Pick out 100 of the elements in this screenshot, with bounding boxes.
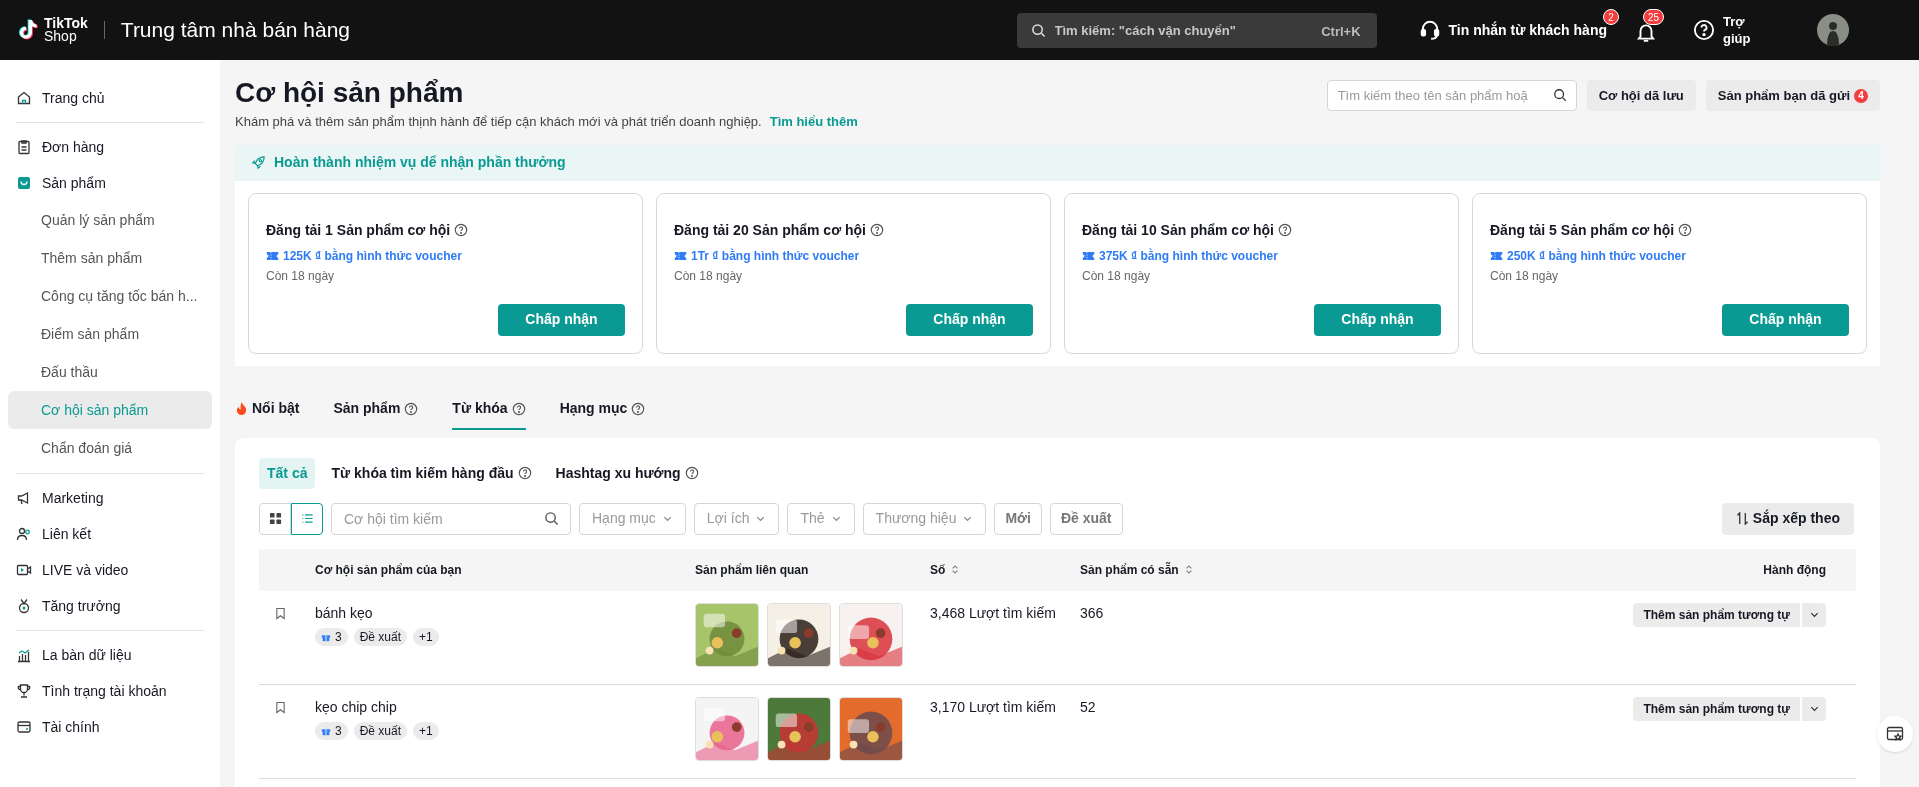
column-header: Hành động bbox=[1763, 561, 1826, 579]
count-badge: 4 bbox=[1854, 88, 1868, 103]
logo-text: Shop bbox=[44, 30, 78, 43]
filter-button[interactable]: Đề xuất bbox=[1049, 502, 1123, 535]
notification-badge: 2 bbox=[1603, 9, 1619, 25]
add-similar-button[interactable]: Thêm sản phẩm tương tự bbox=[1633, 602, 1800, 627]
sort-button[interactable]: Sắp xếp theo bbox=[1721, 502, 1854, 535]
sidebar-item[interactable]: Chẩn đoán giá bbox=[8, 429, 212, 467]
help-icon bbox=[404, 401, 419, 416]
tag: Đề xuất bbox=[353, 627, 408, 646]
tag: +1 bbox=[413, 721, 439, 740]
sidebar-item[interactable]: Công cụ tăng tốc bán h... bbox=[8, 277, 212, 315]
tab[interactable]: Sản phẩm bbox=[333, 389, 419, 430]
fire-icon bbox=[235, 401, 248, 416]
filter-tab[interactable]: Từ khóa tìm kiếm hàng đầu bbox=[323, 457, 540, 489]
reward-text: 250K ₫ bằng hình thức voucher bbox=[1507, 247, 1686, 265]
sort-arrows-icon[interactable] bbox=[951, 564, 960, 575]
sidebar-item[interactable]: Trang chủ bbox=[8, 80, 212, 116]
home-icon bbox=[16, 90, 32, 106]
task-title: Đăng tải 1 Sản phẩm cơ hội bbox=[266, 220, 451, 240]
list-icon bbox=[300, 512, 314, 525]
tab[interactable]: Nổi bật bbox=[235, 389, 300, 430]
remaining-days: Còn 18 ngày bbox=[1490, 266, 1849, 285]
reward-text: 375K ₫ bằng hình thức voucher bbox=[1099, 247, 1278, 265]
medal-icon bbox=[16, 598, 32, 614]
sidebar-item[interactable]: Thêm sản phẩm bbox=[8, 239, 212, 277]
people-icon bbox=[16, 526, 32, 542]
column-header: Sản phẩm liên quan bbox=[695, 561, 809, 579]
search-count: 3,468 Lượt tìm kiếm bbox=[930, 603, 1057, 623]
voucher-icon bbox=[1082, 250, 1095, 261]
help-icon bbox=[1678, 223, 1693, 237]
task-title: Đăng tải 20 Sản phẩm cơ hội bbox=[674, 220, 866, 240]
add-similar-button[interactable]: Thêm sản phẩm tương tự bbox=[1633, 696, 1800, 721]
keyword-name: kẹo chip chip bbox=[315, 697, 398, 717]
sidebar-item[interactable]: LIVE và video bbox=[8, 552, 212, 588]
remaining-days: Còn 18 ngày bbox=[674, 266, 1033, 285]
available-count: 52 bbox=[1080, 697, 1097, 717]
sidebar-item[interactable]: Đấu thầu bbox=[8, 353, 212, 391]
sidebar-item[interactable]: Điểm sản phẩm bbox=[8, 315, 212, 353]
wallet-icon bbox=[16, 719, 32, 735]
tab[interactable]: Hạng mục bbox=[559, 389, 646, 430]
search-icon bbox=[1030, 22, 1046, 38]
tag: 3 bbox=[315, 627, 348, 646]
tag: 3 bbox=[315, 721, 348, 740]
sidebar-item[interactable]: La bàn dữ liệu bbox=[8, 637, 212, 673]
sidebar-item[interactable]: Sản phẩm bbox=[8, 165, 212, 201]
sidebar-item[interactable]: Đơn hàng bbox=[8, 129, 212, 165]
help-icon bbox=[870, 223, 884, 237]
available-count: 366 bbox=[1080, 603, 1105, 623]
search-field[interactable]: Cơ hội tìm kiếm bbox=[331, 502, 571, 535]
bookmark-icon[interactable] bbox=[275, 700, 286, 714]
help-icon bbox=[631, 401, 646, 416]
reward-text: 125K ₫ bằng hình thức voucher bbox=[283, 247, 462, 265]
page-title: Cơ hội sản phẩm bbox=[235, 76, 465, 110]
task-title: Đăng tải 5 Sản phẩm cơ hội bbox=[1490, 220, 1675, 240]
app-title: Trung tâm nhà bán hàng bbox=[120, 17, 351, 44]
sidebar-item[interactable]: Tài chính bbox=[8, 709, 212, 745]
tab[interactable]: Từ khóa bbox=[452, 389, 526, 430]
page-description: Khám phá và thêm sản phẩm thịnh hành để tiếp cận khách mới và phát triển doanh nghiệp. bbox=[235, 113, 762, 131]
search-icon bbox=[544, 510, 559, 526]
sort-arrows-icon[interactable] bbox=[1184, 564, 1193, 575]
trophy-icon bbox=[16, 683, 32, 699]
help-button[interactable]: Trợ giúp bbox=[1693, 13, 1757, 47]
voucher-icon bbox=[1490, 250, 1503, 261]
column-header[interactable]: Số bbox=[930, 560, 960, 579]
notification-badge: 25 bbox=[1643, 9, 1665, 25]
filter-tab[interactable]: Hashtag xu hướng bbox=[547, 457, 707, 489]
tag: +1 bbox=[413, 627, 439, 646]
voucher-icon bbox=[674, 250, 687, 261]
sidebar-item[interactable]: Quản lý sản phẩm bbox=[8, 201, 212, 239]
sidebar-item[interactable]: Tăng trưởng bbox=[8, 588, 212, 624]
grid-view-button[interactable] bbox=[259, 502, 291, 535]
help-icon bbox=[454, 223, 469, 237]
filter-button[interactable]: Mới bbox=[994, 502, 1042, 535]
column-header[interactable]: Sản phẩm có sẵn bbox=[1080, 560, 1193, 579]
remaining-days: Còn 18 ngày bbox=[266, 266, 625, 285]
clipboard-icon bbox=[16, 139, 32, 155]
keyword-name: bánh kẹo bbox=[315, 603, 374, 623]
voucher-icon bbox=[266, 250, 279, 261]
sidebar-item[interactable]: Tình trạng tài khoản bbox=[8, 673, 212, 709]
floating-button[interactable] bbox=[1877, 716, 1913, 752]
task-title: Đăng tải 10 Sản phẩm cơ hội bbox=[1082, 220, 1274, 240]
grid-icon bbox=[268, 512, 282, 525]
help-icon bbox=[1693, 19, 1715, 41]
tag: Đề xuất bbox=[353, 721, 408, 740]
reward-text: 1Tr ₫ bằng hình thức voucher bbox=[691, 247, 860, 265]
bookmark-icon[interactable] bbox=[275, 606, 286, 620]
headset-icon bbox=[1418, 19, 1441, 41]
avatar[interactable] bbox=[1817, 14, 1849, 46]
saved-opportunities-button[interactable]: Cơ hội dã lưu bbox=[1586, 80, 1696, 111]
remaining-days: Còn 18 ngày bbox=[1082, 266, 1441, 285]
submitted-products-button[interactable]: Sản phẩm bạn dã gửi 4 bbox=[1705, 80, 1880, 111]
sidebar-item[interactable]: Liên kết bbox=[8, 516, 212, 552]
column-header: Cơ hội sản phẩm của bạn bbox=[315, 561, 462, 579]
help-icon bbox=[684, 466, 699, 480]
sidebar-item[interactable]: Marketing bbox=[8, 480, 212, 516]
bag-icon bbox=[16, 175, 32, 191]
search-field[interactable]: Tìm kiếm theo tên sản phẩm hoặ bbox=[1326, 80, 1577, 111]
help-icon bbox=[1278, 223, 1292, 237]
video-camera-icon bbox=[16, 562, 32, 578]
